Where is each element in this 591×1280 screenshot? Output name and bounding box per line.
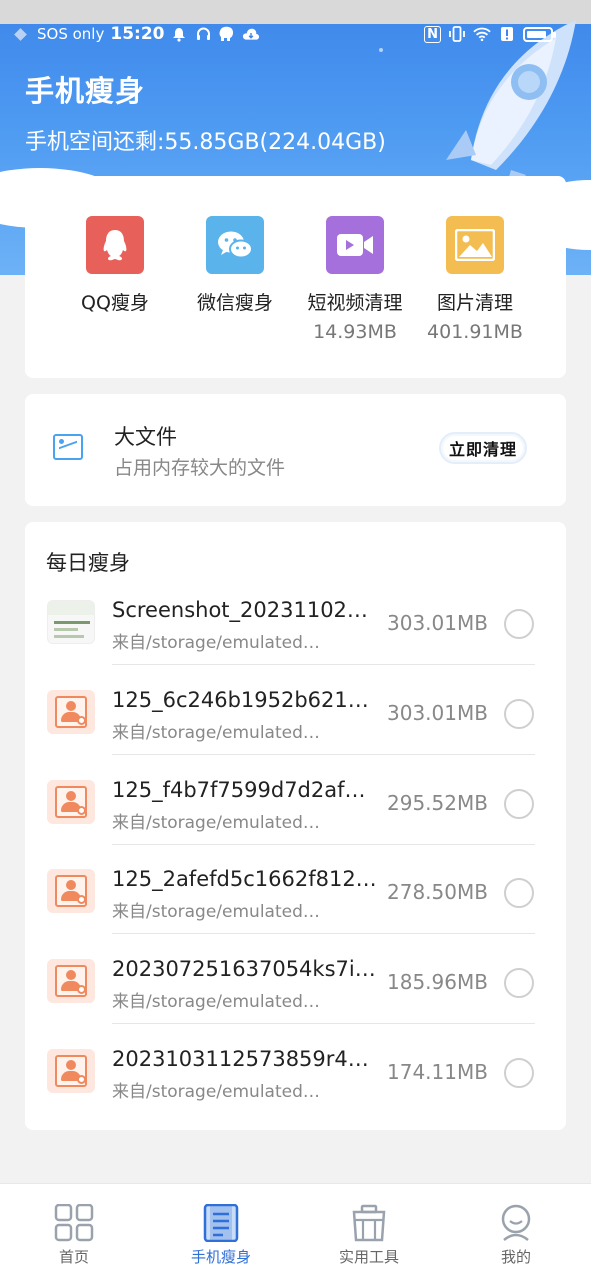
quick-item-label: 图片清理 (436, 292, 513, 314)
file-source: 来自/storage/emulated… (112, 992, 320, 1012)
select-radio[interactable] (504, 968, 534, 998)
big-files-subtitle: 占用内存较大的文件 (114, 457, 286, 479)
file-name: 125_2afefd5c1662f812… (112, 867, 377, 891)
elephant-app-icon (218, 25, 236, 43)
select-radio[interactable] (504, 609, 534, 639)
quick-item-label: 微信瘦身 (196, 292, 273, 314)
wifi-icon (473, 25, 491, 43)
list-item[interactable]: 125_6c246b1952b6219… 来自/storage/emulated… (25, 665, 566, 755)
nav-item-mine[interactable]: 我的 (461, 1204, 571, 1267)
quick-item-label: QQ瘦身 (81, 292, 149, 314)
bottom-navigation: 首页 手机瘦身 实用工具 我的 (0, 1183, 591, 1280)
select-radio[interactable] (504, 699, 534, 729)
file-size: 303.01MB (387, 701, 488, 725)
daily-slim-card: 每日瘦身 Screenshot_20231102_… 来自/storage/em… (25, 522, 566, 1130)
status-bar: SOS only 15:20 N (0, 22, 591, 46)
toolbox-icon (349, 1204, 389, 1242)
file-name: 202307251637054ks7i.… (112, 957, 378, 981)
quick-item-label: 短视频清理 (307, 292, 403, 314)
contact-file-icon (47, 1049, 95, 1093)
file-size: 295.52MB (387, 791, 488, 815)
big-files-title: 大文件 (114, 425, 177, 449)
nfc-icon: N (424, 25, 441, 43)
bell-icon (170, 25, 188, 43)
file-name: Screenshot_20231102_… (112, 598, 378, 622)
file-size: 303.01MB (387, 611, 488, 635)
clock-text: 15:20 (110, 24, 165, 44)
nav-label: 我的 (500, 1248, 531, 1266)
file-source: 来自/storage/emulated… (112, 633, 320, 653)
select-radio[interactable] (504, 878, 534, 908)
file-source: 来自/storage/emulated… (112, 902, 320, 922)
file-name: 125_6c246b1952b6219… (112, 688, 378, 712)
battery-fill (527, 30, 546, 38)
nav-label: 手机瘦身 (190, 1248, 251, 1266)
profile-icon (496, 1204, 536, 1241)
image-icon (446, 216, 504, 274)
nav-item-home[interactable]: 首页 (19, 1203, 129, 1267)
headphones-icon (194, 25, 212, 43)
nav-item-tools[interactable]: 实用工具 (314, 1204, 424, 1267)
carrier-text: SOS only (37, 25, 105, 43)
list-item[interactable]: 2023103112573859r4y.… 来自/storage/emulate… (25, 1024, 566, 1114)
alert-icon (498, 25, 516, 43)
daily-slim-title: 每日瘦身 (46, 551, 130, 575)
quick-item-qq[interactable]: QQ瘦身 (55, 216, 175, 321)
quick-item-wechat[interactable]: 微信瘦身 (175, 216, 295, 321)
video-icon (326, 216, 384, 274)
contact-file-icon (47, 780, 95, 824)
document-icon (201, 1203, 241, 1243)
file-name: 2023103112573859r4y.… (112, 1047, 378, 1071)
qq-icon (86, 216, 144, 274)
list-item[interactable]: 125_2afefd5c1662f812… 来自/storage/emulate… (25, 844, 566, 934)
list-item[interactable]: Screenshot_20231102_… 来自/storage/emulate… (25, 575, 566, 665)
storage-remaining-text: 手机空间还剩:55.85GB(224.04GB) (25, 130, 386, 155)
contact-file-icon (47, 959, 95, 1003)
list-item[interactable]: 125_f4b7f7599d7d2af8… 来自/storage/emulate… (25, 755, 566, 845)
page-title: 手机瘦身 (25, 74, 146, 108)
quick-item-size: 14.93MB (313, 321, 397, 343)
file-source: 来自/storage/emulated… (112, 1082, 320, 1102)
file-source: 来自/storage/emulated… (112, 813, 320, 833)
nav-item-phone-slim[interactable]: 手机瘦身 (166, 1203, 276, 1267)
big-files-card[interactable]: 大文件 占用内存较大的文件 立即清理 (25, 394, 566, 506)
file-size: 174.11MB (387, 1060, 488, 1084)
screenshot-thumbnail (47, 600, 95, 644)
contact-file-icon (47, 690, 95, 734)
file-name: 125_f4b7f7599d7d2af8… (112, 778, 378, 802)
nav-label: 实用工具 (338, 1248, 399, 1266)
phone-screen: SOS only 15:20 N 手机瘦身 手机空间还剩:55.85GB(224… (0, 0, 591, 1280)
quick-item-video[interactable]: 短视频清理 14.93MB (295, 216, 415, 343)
status-diamond-icon (14, 27, 27, 41)
file-size: 278.50MB (387, 880, 488, 904)
vibrate-icon (448, 25, 466, 43)
quick-item-size: 401.91MB (427, 321, 523, 343)
battery-icon (523, 26, 556, 42)
wechat-icon (206, 216, 264, 274)
file-size: 185.96MB (387, 970, 488, 994)
quick-clean-card: QQ瘦身 微信瘦身 短视频清理 14.93MB 图片清理 401.91MB (25, 176, 566, 378)
file-source: 来自/storage/emulated… (112, 723, 320, 743)
contact-file-icon (47, 869, 95, 913)
select-radio[interactable] (504, 1058, 534, 1088)
grid-icon (54, 1203, 94, 1242)
list-item[interactable]: 202307251637054ks7i.… 来自/storage/emulate… (25, 934, 566, 1024)
nav-label: 首页 (58, 1248, 89, 1266)
clean-now-button[interactable]: 立即清理 (439, 432, 527, 464)
cloud-sync-icon (242, 25, 260, 43)
quick-item-image[interactable]: 图片清理 401.91MB (415, 216, 535, 343)
select-radio[interactable] (504, 789, 534, 819)
picture-icon (53, 434, 83, 460)
